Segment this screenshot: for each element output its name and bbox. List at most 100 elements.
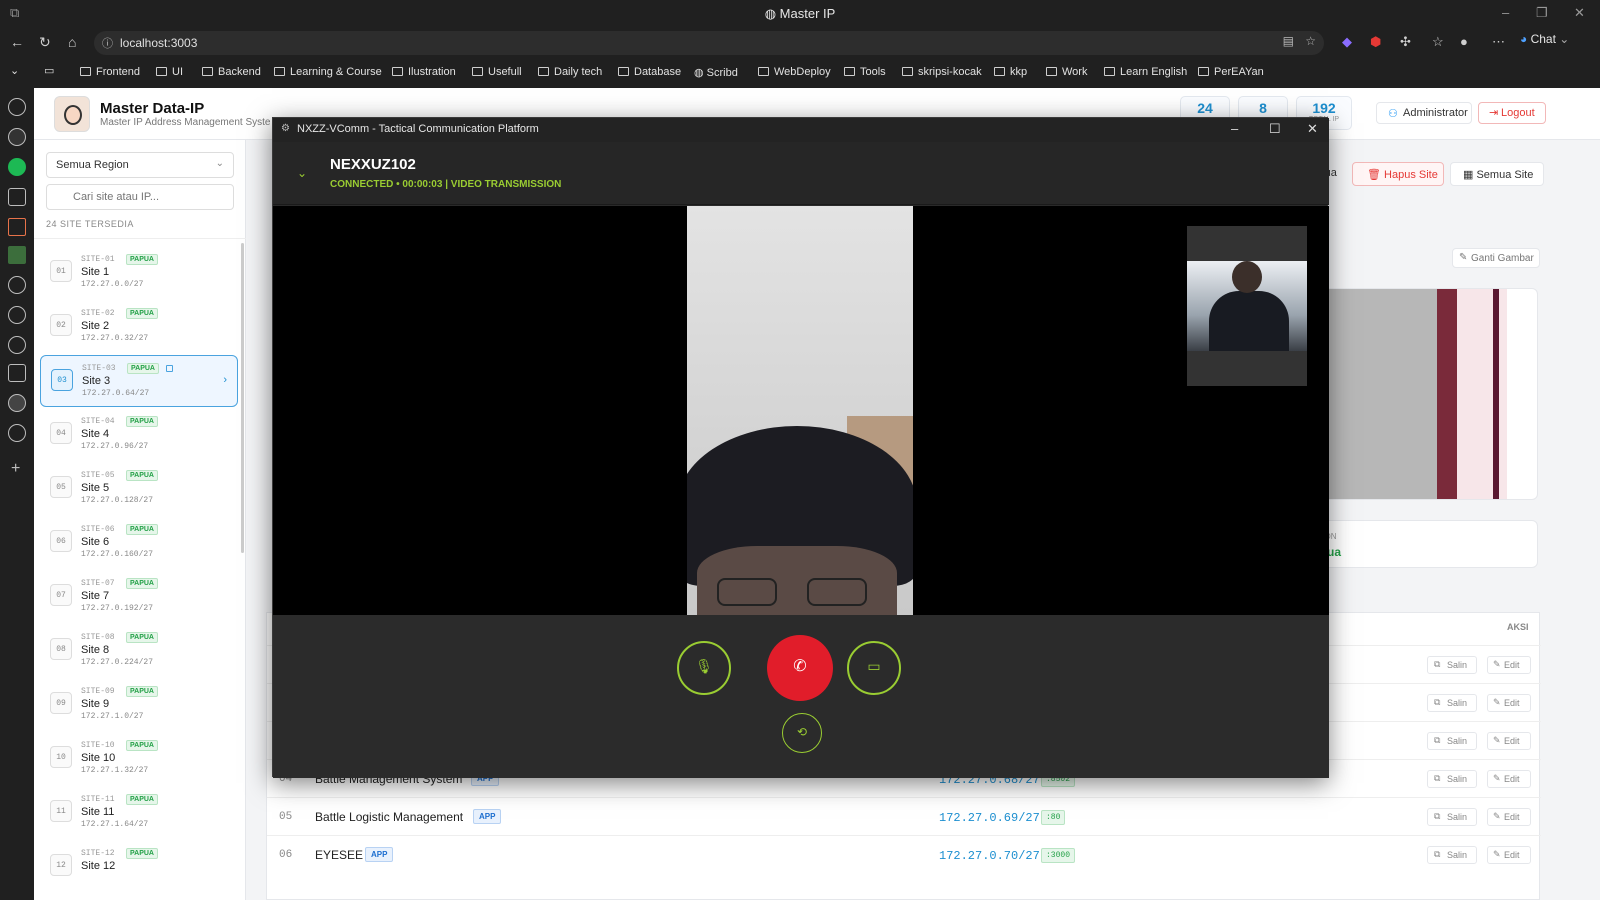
bookmark-toggle-icon[interactable]: ▭ (44, 64, 54, 77)
bookmark-tools[interactable]: Tools (844, 66, 886, 78)
bookmark-ui[interactable]: UI (156, 66, 183, 78)
calendar-icon[interactable] (8, 364, 26, 382)
site-item-7[interactable]: 07 SITE-07 PAPUA Site 7 172.27.0.192/27 (40, 571, 238, 623)
spotify-icon[interactable] (8, 158, 26, 176)
globe-icon[interactable] (8, 276, 26, 294)
hapus-site-button[interactable]: 🗑 Hapus Site (1352, 162, 1444, 186)
site-info-icon[interactable]: ⓘ (102, 35, 113, 51)
bookmark-backend[interactable]: Backend (202, 66, 261, 78)
reader-mode-icon[interactable]: ▤ (1283, 34, 1294, 48)
salin-button[interactable]: ⧉ Salin (1427, 694, 1477, 712)
bookmark-database[interactable]: Database (618, 66, 681, 78)
folder-icon (902, 67, 913, 76)
bookmark-kkp[interactable]: kkp (994, 66, 1027, 78)
bookmark-ilustration[interactable]: Ilustration (392, 66, 456, 78)
globe-icon[interactable] (8, 394, 26, 412)
microphone-button[interactable]: 🎙 (677, 641, 731, 695)
local-video-preview[interactable] (1187, 226, 1307, 386)
minimize-window-button[interactable]: – (1502, 5, 1509, 20)
globe-icon[interactable] (8, 336, 26, 354)
minimize-call-window-button[interactable]: – (1231, 121, 1238, 136)
administrator-button[interactable]: ⚇ Administrator (1376, 102, 1472, 124)
edit-button[interactable]: ✎ Edit (1487, 808, 1531, 826)
switch-camera-button[interactable]: ⟲ (782, 713, 822, 753)
salin-button[interactable]: ⧉ Salin (1427, 656, 1477, 674)
home-icon[interactable]: ⌂ (68, 34, 76, 50)
bookmark-learn-english[interactable]: Learn English (1104, 66, 1187, 78)
bookmark-frontend[interactable]: Frontend (80, 66, 140, 78)
site-item-9[interactable]: 09 SITE-09 PAPUA Site 9 172.27.1.0/27 (40, 679, 238, 731)
back-icon[interactable]: ← (10, 34, 24, 50)
github-icon[interactable] (8, 128, 26, 146)
site-list-scrollbar[interactable] (241, 243, 244, 553)
more-menu-icon[interactable]: ⋯ (1492, 34, 1505, 50)
restore-window-button[interactable]: ❐ (1536, 5, 1548, 21)
bookmark-daily-tech[interactable]: Daily tech (538, 66, 602, 78)
bookmark-skripsi-kocak[interactable]: skripsi-kocak (902, 66, 982, 78)
site-item-2[interactable]: 02 SITE-02 PAPUA Site 2 172.27.0.32/27 (40, 301, 238, 353)
call-window-titlebar[interactable]: ⚙ NXZZ-VComm - Tactical Communication Pl… (273, 118, 1329, 142)
document-icon[interactable] (8, 188, 26, 206)
region-select[interactable]: Semua Region ⌄ (46, 152, 234, 178)
camera-button[interactable]: ▭ (847, 641, 901, 695)
extension-icon[interactable]: ◆ (1342, 34, 1352, 50)
address-bar[interactable]: ⓘ localhost:3003 ▤ ☆ (94, 31, 1324, 55)
site-item-5[interactable]: 05 SITE-05 PAPUA Site 5 172.27.0.128/27 (40, 463, 238, 515)
logout-icon: ⇥ (1489, 107, 1499, 119)
bookmark-work[interactable]: Work (1046, 66, 1087, 78)
maximize-call-window-button[interactable]: ☐ (1269, 121, 1281, 137)
end-call-button[interactable]: ✆ (767, 635, 833, 701)
globe-icon[interactable] (8, 424, 26, 442)
extensions-puzzle-icon[interactable]: ✣ (1400, 34, 1411, 50)
ganti-gambar-button[interactable]: ✎ Ganti Gambar (1452, 248, 1540, 268)
bookmark-scribd[interactable]: ◍ Scribd (694, 66, 738, 79)
edit-button[interactable]: ✎ Edit (1487, 656, 1531, 674)
salin-button[interactable]: ⧉ Salin (1427, 808, 1477, 826)
site-search-input[interactable] (46, 184, 234, 210)
site-item-8[interactable]: 08 SITE-08 PAPUA Site 8 172.27.0.224/27 (40, 625, 238, 677)
refresh-icon[interactable]: ↻ (39, 34, 51, 51)
edit-button[interactable]: ✎ Edit (1487, 846, 1531, 864)
adblock-extension-icon[interactable]: ⬢ (1370, 34, 1381, 50)
close-window-button[interactable]: ✕ (1574, 5, 1585, 21)
bookmark-learning-course[interactable]: Learning & Course (274, 66, 382, 78)
logout-button[interactable]: ⇥ Logout (1478, 102, 1546, 124)
salin-button[interactable]: ⧉ Salin (1427, 846, 1477, 864)
bookmark-pereayan[interactable]: PerEAYan (1198, 66, 1264, 78)
app-icon[interactable] (8, 246, 26, 264)
site-item-11[interactable]: 11 SITE-11 PAPUA Site 11 172.27.1.64/27 (40, 787, 238, 839)
site-item-4[interactable]: 04 SITE-04 PAPUA Site 4 172.27.0.96/27 (40, 409, 238, 461)
video-camera-icon: ▭ (867, 658, 881, 674)
globe-icon: ◍ (694, 67, 707, 79)
bookmark-webdeploy[interactable]: WebDeploy (758, 66, 831, 78)
site-name: Site 9 (81, 698, 110, 710)
copilot-chat-button[interactable]: ◕ Chat ⌄ (1520, 32, 1569, 46)
table-row[interactable]: 06 EYESEE APP 172.27.0.70/27 :3000 ⧉ Sali… (267, 835, 1541, 873)
site-item-1[interactable]: 01 SITE-01 PAPUA Site 1 172.27.0.0/27 (40, 247, 238, 299)
bookmark-label: skripsi-kocak (918, 66, 982, 78)
site-item-10[interactable]: 10 SITE-10 PAPUA Site 10 172.27.1.32/27 (40, 733, 238, 785)
site-name: Site 3 (82, 375, 111, 387)
profile-avatar-icon[interactable]: ● (1460, 34, 1468, 49)
site-number: 06 (50, 530, 72, 552)
site-item-6[interactable]: 06 SITE-06 PAPUA Site 6 172.27.0.160/27 (40, 517, 238, 569)
table-row[interactable]: 05 Battle Logistic Management APP 172.27… (267, 797, 1541, 835)
globe-icon[interactable] (8, 98, 26, 116)
collapse-chevron-icon[interactable]: ⌄ (297, 166, 307, 180)
add-icon[interactable]: + (11, 460, 20, 478)
salin-button[interactable]: ⧉ Salin (1427, 770, 1477, 788)
site-item-3-selected[interactable]: 03 SITE-03 PAPUA Site 3 172.27.0.64/27 › (40, 355, 238, 407)
favorite-star-icon[interactable]: ☆ (1305, 34, 1316, 48)
favorites-icon[interactable]: ☆ (1432, 34, 1444, 50)
edit-button[interactable]: ✎ Edit (1487, 732, 1531, 750)
close-call-window-button[interactable]: ✕ (1307, 121, 1318, 137)
collections-icon[interactable]: ⌄ (10, 64, 19, 77)
tool-icon[interactable] (8, 218, 26, 236)
semua-site-button[interactable]: ▦ Semua Site (1450, 162, 1544, 186)
bookmark-usefull[interactable]: Usefull (472, 66, 522, 78)
edit-button[interactable]: ✎ Edit (1487, 770, 1531, 788)
salin-button[interactable]: ⧉ Salin (1427, 732, 1477, 750)
globe-icon[interactable] (8, 306, 26, 324)
site-item-12[interactable]: 12 SITE-12 PAPUA Site 12 (40, 841, 238, 893)
edit-button[interactable]: ✎ Edit (1487, 694, 1531, 712)
